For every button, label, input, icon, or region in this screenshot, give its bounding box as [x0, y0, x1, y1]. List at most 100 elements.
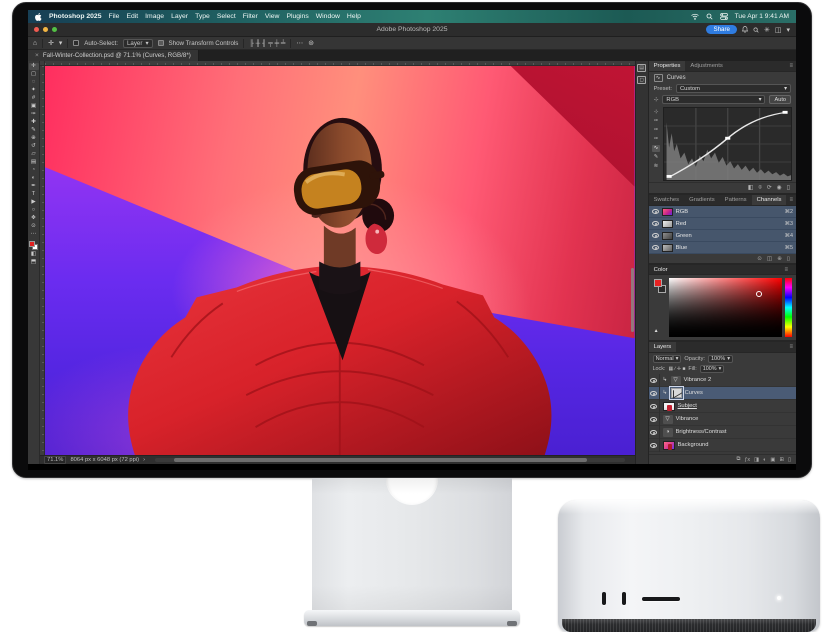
more-options-icon[interactable]: ⋯ [296, 39, 303, 47]
blur-tool[interactable]: ◔ [29, 167, 39, 174]
layer-row-vibrance[interactable]: ▽ Vibrance [649, 413, 796, 426]
tab-properties[interactable]: Properties [649, 61, 686, 71]
reset-adjustment-icon[interactable]: ⟳ [767, 185, 772, 191]
visibility-eye-icon[interactable] [649, 439, 660, 452]
hand-tool[interactable]: ✥ [29, 215, 39, 222]
shape-tool[interactable]: ○ [29, 207, 39, 214]
blend-mode-dropdown[interactable]: Normal ▾ [653, 355, 682, 363]
hue-slider[interactable] [785, 278, 792, 337]
screen-mode-icon[interactable]: ⬒ [29, 259, 39, 266]
tab-patterns[interactable]: Patterns [720, 195, 752, 205]
delete-channel-icon[interactable]: ▯ [787, 256, 790, 262]
lasso-tool[interactable]: ◌ [29, 79, 39, 86]
wifi-icon[interactable] [691, 13, 699, 20]
path-select-tool[interactable]: ▶ [29, 199, 39, 206]
saturation-brightness-field[interactable] [669, 278, 782, 337]
marquee-tool[interactable]: ▢ [29, 71, 39, 78]
auto-select-checkbox[interactable] [73, 40, 79, 46]
visibility-eye-icon[interactable] [652, 209, 659, 214]
save-selection-icon[interactable]: ◫ [767, 256, 772, 262]
layer-row-brightness-contrast[interactable]: ◑ Brightness/Contrast [649, 426, 796, 439]
history-brush-tool[interactable]: ↺ [29, 143, 39, 150]
panel-menu-icon[interactable]: ≡ [781, 267, 791, 273]
channel-row-rgb[interactable]: RGB ⌘2 [649, 206, 796, 218]
apple-menu-icon[interactable] [35, 13, 42, 21]
channel-row-blue[interactable]: Blue ⌘5 [649, 242, 796, 254]
toggle-visibility-icon[interactable]: ◉ [777, 185, 782, 191]
delete-adjustment-icon[interactable]: ▯ [787, 185, 790, 191]
layer-thumbnail[interactable] [663, 402, 675, 411]
canvas-horizontal-scrollbar[interactable] [155, 458, 625, 462]
smooth-curve-icon[interactable]: ≋ [652, 163, 660, 170]
menu-item-type[interactable]: Type [195, 13, 210, 20]
menu-item-view[interactable]: View [265, 13, 280, 20]
layer-row-curves[interactable]: ↳ Curves [649, 387, 796, 400]
panel-menu-icon[interactable]: ≡ [786, 61, 796, 71]
move-tool[interactable]: ✛ [29, 63, 39, 70]
adjustment-layer-icon[interactable]: ◐ [763, 457, 766, 463]
delete-layer-icon[interactable]: ▯ [788, 457, 791, 463]
menu-item-file[interactable]: File [109, 13, 120, 20]
edit-toolbar-icon[interactable]: ⋯ [29, 231, 39, 238]
minimize-window-button[interactable] [43, 27, 48, 32]
layer-row-vibrance-2[interactable]: ↳ ▽ Vibrance 2 [649, 374, 796, 387]
channel-row-red[interactable]: Red ⌘3 [649, 218, 796, 230]
tab-swatches[interactable]: Swatches [649, 195, 685, 205]
canvas[interactable] [45, 66, 635, 455]
foreground-background-swatches[interactable] [29, 241, 38, 250]
menu-item-filter[interactable]: Filter [243, 13, 258, 20]
channel-row-green[interactable]: Green ⌘4 [649, 230, 796, 242]
layer-row-subject[interactable]: Subject [649, 400, 796, 413]
menu-item-window[interactable]: Window [316, 13, 340, 20]
tool-preset-caret-icon[interactable]: ▾ [59, 39, 62, 47]
eraser-tool[interactable]: ▱ [29, 151, 39, 158]
visibility-eye-icon[interactable] [649, 426, 660, 439]
collapsed-libraries-panel-icon[interactable]: ▤ [637, 64, 646, 72]
brush-tool[interactable]: ✎ [29, 127, 39, 134]
document-tab[interactable]: × Fall-Winter-Collection.psd @ 71.1% (Cu… [28, 50, 199, 61]
zoom-window-button[interactable] [52, 27, 57, 32]
layer-row-background[interactable]: Background [649, 439, 796, 452]
target-adjust-icon[interactable]: ⊹ [652, 109, 660, 116]
visibility-eye-icon[interactable] [649, 374, 660, 387]
tab-gradients[interactable]: Gradients [684, 195, 720, 205]
layer-mask-icon[interactable]: ◨ [754, 457, 759, 463]
visibility-eye-icon[interactable] [652, 221, 659, 226]
magic-wand-tool[interactable]: ✦ [29, 87, 39, 94]
zoom-level-field[interactable]: 71.1% [44, 456, 66, 464]
panel-menu-icon[interactable]: ≡ [786, 342, 796, 352]
alignment-icons[interactable]: ╟ ╫ ╢ ╤ ╪ ╧ [249, 40, 285, 47]
view-previous-state-icon[interactable]: ⌾ [758, 185, 761, 192]
discover-icon[interactable]: ✳ [764, 26, 770, 34]
black-point-eyedropper-icon[interactable]: ✑ [652, 118, 660, 125]
curves-adjustment-thumbnail[interactable] [671, 388, 682, 398]
clip-to-layer-icon[interactable]: ◧ [748, 185, 753, 191]
eyedropper-tool[interactable]: ✑ [29, 111, 39, 118]
healing-brush-tool[interactable]: ✚ [29, 119, 39, 126]
fill-field[interactable]: 100% ▾ [700, 365, 725, 373]
menu-item-select[interactable]: Select [217, 13, 236, 20]
new-layer-icon[interactable]: ⊞ [780, 457, 785, 463]
curves-editor[interactable] [663, 107, 792, 181]
visibility-eye-icon[interactable] [652, 233, 659, 238]
foreground-color-swatch[interactable] [654, 279, 662, 287]
search-icon[interactable] [753, 27, 759, 33]
menu-item-help[interactable]: Help [347, 13, 361, 20]
visibility-eye-icon[interactable] [649, 387, 660, 400]
frame-tool[interactable]: ▣ [29, 103, 39, 110]
workspace-switcher-icon[interactable]: ◫ [775, 26, 782, 34]
layer-group-icon[interactable]: ▣ [770, 457, 775, 463]
color-cursor[interactable] [756, 291, 762, 297]
menu-item-image[interactable]: Image [145, 13, 164, 20]
visibility-eye-icon[interactable] [649, 400, 660, 413]
home-screen-icon[interactable]: ⌂ [33, 40, 37, 47]
opacity-field[interactable]: 100% ▾ [708, 355, 733, 363]
menu-item-edit[interactable]: Edit [126, 13, 138, 20]
auto-select-target-dropdown[interactable]: Layer ▾ [123, 39, 153, 48]
auto-button[interactable]: Auto [769, 95, 791, 104]
canvas-vertical-scrollbar[interactable] [631, 268, 634, 332]
status-chevron-icon[interactable]: › [143, 457, 145, 463]
channel-dropdown[interactable]: RGB ▾ [662, 95, 765, 104]
edit-points-curve-icon[interactable]: ∿ [652, 145, 660, 152]
zoom-tool[interactable]: ⊙ [29, 223, 39, 230]
